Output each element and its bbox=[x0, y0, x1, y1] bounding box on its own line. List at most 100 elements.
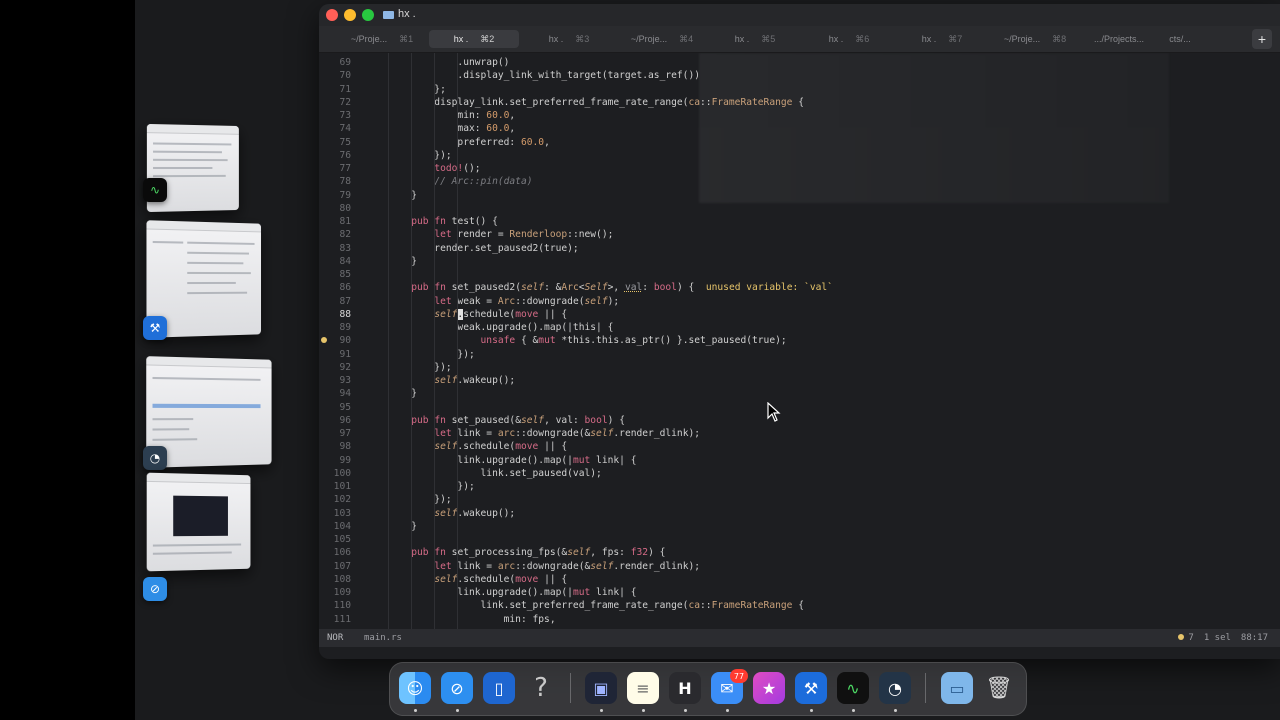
line-number: 107 bbox=[333, 560, 351, 572]
tab-shortcut: ⌘8 bbox=[1052, 33, 1067, 44]
line-number: 109 bbox=[333, 587, 351, 598]
line-number: 104 bbox=[333, 520, 351, 532]
line-code: let render = Renderloop::new(); bbox=[434, 229, 614, 241]
dock-separator bbox=[570, 673, 571, 703]
tab-shortcut: ⌘3 bbox=[575, 33, 590, 44]
code-line: 91 }); bbox=[319, 348, 1259, 361]
line-code: }); bbox=[365, 361, 452, 373]
tab-shortcut: ⌘2 bbox=[480, 33, 495, 44]
xcode-beta-icon[interactable]: ⚒ bbox=[795, 672, 827, 704]
code-line: 73 min: 60.0, bbox=[319, 109, 1259, 122]
close-button[interactable] bbox=[326, 9, 338, 21]
trash-icon[interactable]: 🗑 bbox=[983, 672, 1015, 704]
code-line: 80 bbox=[319, 202, 1259, 215]
stage-thumb-safari[interactable] bbox=[146, 472, 251, 572]
running-indicator bbox=[684, 709, 687, 712]
running-indicator bbox=[810, 709, 813, 712]
code-line: 100 link.set_paused(val); bbox=[319, 467, 1259, 480]
tab-3[interactable]: hx . ⌘3 bbox=[524, 30, 614, 48]
tab-2[interactable]: hx . ⌘2 bbox=[429, 30, 519, 48]
tab-1[interactable]: ~/Proje... ⌘1 bbox=[337, 30, 427, 48]
tab-label: cts/... bbox=[1169, 34, 1191, 44]
line-code: }); bbox=[365, 149, 452, 161]
line-number: 110 bbox=[333, 600, 351, 612]
tab-5[interactable]: hx . ⌘5 bbox=[710, 30, 800, 48]
code-line: 103 self.wakeup(); bbox=[319, 507, 1259, 520]
line-code: link.upgrade().map(|mut link| { bbox=[365, 587, 637, 598]
downloads-folder-icon[interactable]: ▭ bbox=[941, 672, 973, 704]
tab-label: ~/Proje... bbox=[630, 34, 668, 44]
safari-icon[interactable]: ⊘ bbox=[441, 672, 473, 704]
line-code: } bbox=[365, 255, 417, 267]
line-number: 99 bbox=[339, 454, 351, 466]
zoom-button[interactable] bbox=[362, 9, 374, 21]
title-bar: hx . bbox=[319, 4, 1280, 26]
app-store-icon[interactable]: ★ bbox=[753, 672, 785, 704]
finder-icon[interactable]: ☺ bbox=[399, 672, 431, 704]
line-number: 72 bbox=[339, 96, 351, 108]
running-indicator bbox=[852, 709, 855, 712]
line-code: link.upgrade().map(|mut link| { bbox=[365, 454, 637, 466]
line-number: 105 bbox=[333, 534, 351, 545]
window-title-text: hx . bbox=[398, 8, 416, 20]
tab-9[interactable]: .../Projects... bbox=[1084, 30, 1154, 48]
running-indicator bbox=[894, 709, 897, 712]
line-number: 103 bbox=[333, 507, 351, 519]
line-number: 97 bbox=[339, 428, 351, 439]
cursor-position: 88:17 bbox=[1240, 633, 1268, 643]
mail-badge: 77 bbox=[730, 669, 748, 683]
line-number: 75 bbox=[339, 136, 351, 148]
line-code: let weak = Arc::downgrade(self); bbox=[434, 295, 620, 307]
tab-6[interactable]: hx . ⌘6 bbox=[804, 30, 894, 48]
line-number: 82 bbox=[339, 229, 351, 241]
line-number: 78 bbox=[339, 176, 351, 188]
indent-guide bbox=[388, 53, 390, 629]
tab-label: hx . bbox=[548, 34, 564, 44]
code-line: 75 preferred: 60.0, bbox=[319, 136, 1259, 149]
line-code: .display_link_with_target(target.as_ref(… bbox=[365, 70, 701, 82]
code-line: 108 self.schedule(move || { bbox=[319, 573, 1259, 586]
notes-icon[interactable]: ≡ bbox=[627, 672, 659, 704]
code-line: 101 }); bbox=[319, 480, 1259, 493]
code-line: 109 link.upgrade().map(|mut link| { bbox=[319, 586, 1259, 599]
desktop-left-strip bbox=[0, 0, 135, 720]
tab-7[interactable]: hx . ⌘7 bbox=[897, 30, 987, 48]
warning-icon bbox=[1178, 634, 1185, 640]
line-number: 81 bbox=[339, 216, 351, 227]
running-indicator bbox=[456, 709, 459, 712]
code-line: 71 }; bbox=[319, 83, 1259, 96]
line-code: self.schedule(move || { bbox=[434, 308, 568, 320]
diagnostics-count[interactable]: 7 bbox=[1178, 633, 1194, 643]
code-line: 96 pub fn set_paused(&self, val: bool) { bbox=[319, 414, 1259, 427]
helix-icon[interactable]: H bbox=[669, 672, 701, 704]
activity-monitor-icon[interactable]: ∿ bbox=[837, 672, 869, 704]
help-icon[interactable]: ? bbox=[525, 672, 557, 704]
line-number: 77 bbox=[339, 163, 351, 174]
code-line: 110 link.set_preferred_frame_rate_range(… bbox=[319, 599, 1259, 612]
mail-icon[interactable]: ✉ 77 bbox=[711, 669, 748, 704]
code-editor[interactable]: 69 .unwrap() 70 .display_link_with_target… bbox=[319, 53, 1280, 629]
line-number: 85 bbox=[339, 269, 351, 280]
line-code: } bbox=[365, 520, 417, 532]
minimize-button[interactable] bbox=[344, 9, 356, 21]
terminal-app-icon[interactable]: ▣ bbox=[585, 672, 617, 704]
tab-8[interactable]: ~/Proje... ⌘8 bbox=[990, 30, 1080, 48]
line-number: 111 bbox=[333, 613, 351, 625]
dock-separator bbox=[925, 673, 926, 703]
running-indicator bbox=[726, 709, 729, 712]
instruments-icon[interactable]: ◔ bbox=[879, 672, 911, 704]
line-number: 74 bbox=[339, 123, 351, 135]
line-code: pub fn set_paused(&self, val: bool) { bbox=[411, 414, 625, 426]
tab-4[interactable]: ~/Proje... ⌘4 bbox=[617, 30, 707, 48]
simulator-icon[interactable]: ▯ bbox=[483, 672, 515, 704]
activity-monitor-icon: ∿ bbox=[143, 178, 167, 202]
line-number: 91 bbox=[339, 348, 351, 360]
code-line: 94 } bbox=[319, 387, 1259, 400]
line-number: 71 bbox=[339, 83, 351, 95]
line-code: let link = arc::downgrade(&self.render_d… bbox=[434, 560, 701, 572]
tab-label: .../Projects... bbox=[1093, 34, 1144, 44]
new-tab-button[interactable]: + bbox=[1252, 29, 1272, 49]
tab-10[interactable]: cts/... bbox=[1155, 30, 1205, 48]
line-code: min: fps, bbox=[365, 613, 556, 625]
line-code: pub fn test() { bbox=[411, 216, 498, 227]
